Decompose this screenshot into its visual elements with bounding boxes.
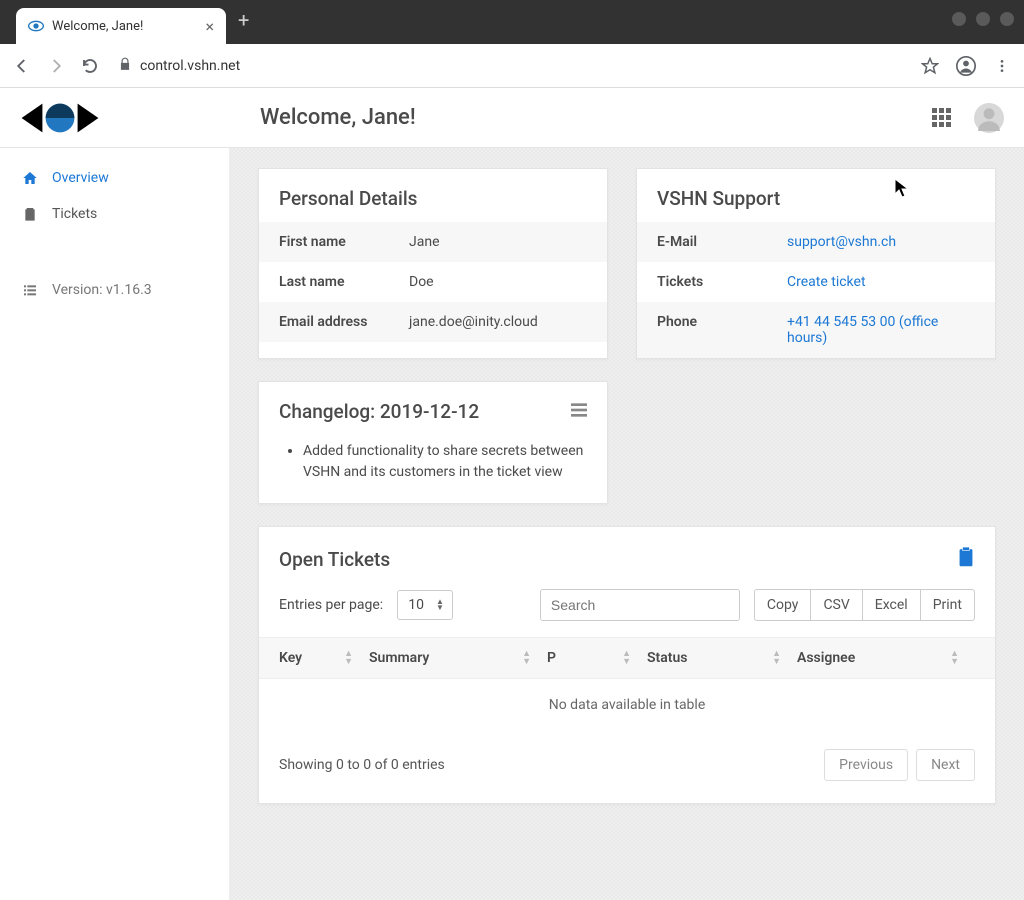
column-summary[interactable]: Summary▲▼ bbox=[369, 650, 547, 666]
sort-icon: ▲▼ bbox=[622, 650, 631, 666]
changelog-card: Changelog: 2019-12-12 Added functionalit… bbox=[258, 381, 608, 504]
detail-label: Email address bbox=[279, 314, 409, 330]
table-header: Key▲▼ Summary▲▼ P▲▼ Status▲▼ Assignee▲▼ bbox=[259, 637, 995, 679]
column-key[interactable]: Key▲▼ bbox=[279, 650, 369, 666]
profile-icon[interactable] bbox=[956, 56, 976, 76]
next-button[interactable]: Next bbox=[916, 749, 975, 781]
sidebar-item-label: Tickets bbox=[52, 206, 97, 222]
star-icon[interactable] bbox=[920, 56, 940, 76]
address-bar[interactable]: control.vshn.net bbox=[114, 57, 906, 75]
new-tab-button[interactable]: + bbox=[238, 8, 249, 36]
csv-button[interactable]: CSV bbox=[810, 589, 862, 621]
personal-details-card: Personal Details First name Jane Last na… bbox=[258, 168, 608, 359]
detail-value: jane.doe@inity.cloud bbox=[409, 314, 587, 330]
no-data-message: No data available in table bbox=[259, 679, 995, 731]
entries-value: 10 bbox=[408, 597, 424, 613]
detail-label: E-Mail bbox=[657, 234, 787, 250]
sort-icon: ▲▼ bbox=[522, 650, 531, 666]
column-assignee[interactable]: Assignee▲▼ bbox=[797, 650, 975, 666]
browser-titlebar: Welcome, Jane! × + bbox=[0, 0, 1024, 44]
search-input[interactable] bbox=[540, 589, 740, 621]
support-row-phone: Phone +41 44 545 53 00 (office hours) bbox=[637, 302, 995, 358]
logo[interactable] bbox=[20, 100, 110, 136]
card-title: Personal Details bbox=[279, 187, 587, 210]
avatar[interactable] bbox=[974, 103, 1004, 133]
list-view-icon[interactable] bbox=[571, 402, 587, 421]
clipboard-icon[interactable] bbox=[957, 547, 975, 571]
support-phone-link[interactable]: +41 44 545 53 00 (office hours) bbox=[787, 314, 938, 346]
apps-icon[interactable] bbox=[932, 108, 952, 128]
tab-title: Welcome, Jane! bbox=[52, 19, 143, 34]
maximize-button[interactable] bbox=[976, 12, 990, 26]
sidebar-item-label: Overview bbox=[52, 170, 109, 186]
excel-button[interactable]: Excel bbox=[862, 589, 921, 621]
browser-toolbar: control.vshn.net bbox=[0, 44, 1024, 88]
sort-icon: ▲▼ bbox=[344, 650, 353, 666]
close-window-button[interactable] bbox=[1000, 12, 1014, 26]
sidebar-item-version: Version: v1.16.3 bbox=[0, 272, 229, 308]
back-button[interactable] bbox=[12, 56, 32, 76]
card-title: VSHN Support bbox=[657, 187, 975, 210]
detail-row-first-name: First name Jane bbox=[259, 222, 607, 262]
version-label: Version: v1.16.3 bbox=[52, 282, 152, 298]
detail-value: Jane bbox=[409, 234, 587, 250]
close-icon[interactable]: × bbox=[205, 17, 214, 36]
detail-row-last-name: Last name Doe bbox=[259, 262, 607, 302]
sort-icon: ▲▼ bbox=[950, 650, 959, 666]
eye-icon bbox=[28, 18, 44, 34]
browser-tab[interactable]: Welcome, Jane! × bbox=[16, 8, 226, 44]
minimize-button[interactable] bbox=[952, 12, 966, 26]
sort-icon: ▲▼ bbox=[772, 650, 781, 666]
clipboard-icon bbox=[22, 206, 38, 222]
support-email-link[interactable]: support@vshn.ch bbox=[787, 234, 896, 250]
support-row-email: E-Mail support@vshn.ch bbox=[637, 222, 995, 262]
support-card: VSHN Support E-Mail support@vshn.ch Tick… bbox=[636, 168, 996, 359]
sidebar-item-overview[interactable]: Overview bbox=[0, 160, 229, 196]
column-status[interactable]: Status▲▼ bbox=[647, 650, 797, 666]
forward-button[interactable] bbox=[46, 56, 66, 76]
showing-entries: Showing 0 to 0 of 0 entries bbox=[279, 757, 445, 773]
sidebar-item-tickets[interactable]: Tickets bbox=[0, 196, 229, 232]
window-controls bbox=[952, 12, 1014, 26]
card-title: Open Tickets bbox=[279, 548, 390, 571]
detail-label: Phone bbox=[657, 314, 787, 346]
previous-button[interactable]: Previous bbox=[824, 749, 908, 781]
sidebar: Overview Tickets Version: v1.16.3 bbox=[0, 148, 230, 900]
open-tickets-card: Open Tickets Entries per page: 10 ▲▼ Cop… bbox=[258, 526, 996, 804]
changelog-item: Added functionality to share secrets bet… bbox=[303, 441, 587, 483]
entries-per-page-label: Entries per page: bbox=[279, 597, 383, 613]
list-icon bbox=[22, 282, 38, 298]
support-row-tickets: Tickets Create ticket bbox=[637, 262, 995, 302]
detail-label: First name bbox=[279, 234, 409, 250]
print-button[interactable]: Print bbox=[920, 589, 975, 621]
home-icon bbox=[22, 170, 38, 186]
main-content: Personal Details First name Jane Last na… bbox=[230, 148, 1024, 900]
card-title: Changelog: 2019-12-12 bbox=[279, 400, 479, 423]
page-title: Welcome, Jane! bbox=[260, 105, 416, 130]
url-text: control.vshn.net bbox=[140, 58, 240, 74]
reload-button[interactable] bbox=[80, 56, 100, 76]
column-priority[interactable]: P▲▼ bbox=[547, 650, 647, 666]
chevron-updown-icon: ▲▼ bbox=[436, 599, 444, 611]
detail-row-email: Email address jane.doe@inity.cloud bbox=[259, 302, 607, 342]
detail-label: Tickets bbox=[657, 274, 787, 290]
detail-value: Doe bbox=[409, 274, 587, 290]
copy-button[interactable]: Copy bbox=[754, 589, 812, 621]
entries-per-page-select[interactable]: 10 ▲▼ bbox=[397, 590, 453, 620]
detail-label: Last name bbox=[279, 274, 409, 290]
menu-icon[interactable] bbox=[992, 56, 1012, 76]
lock-icon bbox=[118, 57, 132, 75]
create-ticket-link[interactable]: Create ticket bbox=[787, 274, 866, 290]
app-header: Welcome, Jane! bbox=[0, 88, 1024, 148]
